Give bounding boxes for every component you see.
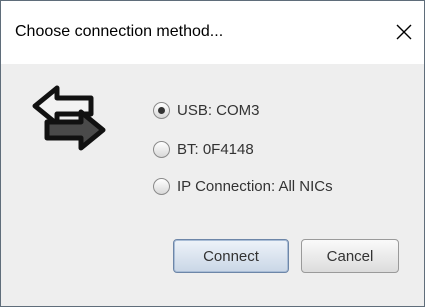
connection-dialog: Choose connection method... USB: COM3 BT… <box>0 0 425 307</box>
close-button[interactable] <box>389 15 419 49</box>
radio-ip-button[interactable] <box>153 177 170 195</box>
dialog-body: USB: COM3 BT: 0F4148 IP Connection: All … <box>1 64 424 306</box>
title-bar: Choose connection method... <box>1 1 424 63</box>
radio-usb[interactable]: USB: COM3 <box>153 98 260 122</box>
radio-ip[interactable]: IP Connection: All NICs <box>153 174 333 198</box>
close-icon <box>396 24 412 40</box>
cancel-button[interactable]: Cancel <box>301 239 399 273</box>
radio-ip-label: IP Connection: All NICs <box>177 177 333 195</box>
radio-selected-dot <box>158 106 165 114</box>
radio-usb-label: USB: COM3 <box>177 101 260 119</box>
connect-button[interactable]: Connect <box>173 239 289 273</box>
radio-bt-label: BT: 0F4148 <box>177 140 254 158</box>
radio-bt[interactable]: BT: 0F4148 <box>153 137 254 161</box>
radio-usb-button[interactable] <box>153 101 170 119</box>
radio-bt-button[interactable] <box>153 140 170 158</box>
swap-arrows-icon <box>32 85 106 151</box>
dialog-title: Choose connection method... <box>15 23 224 40</box>
